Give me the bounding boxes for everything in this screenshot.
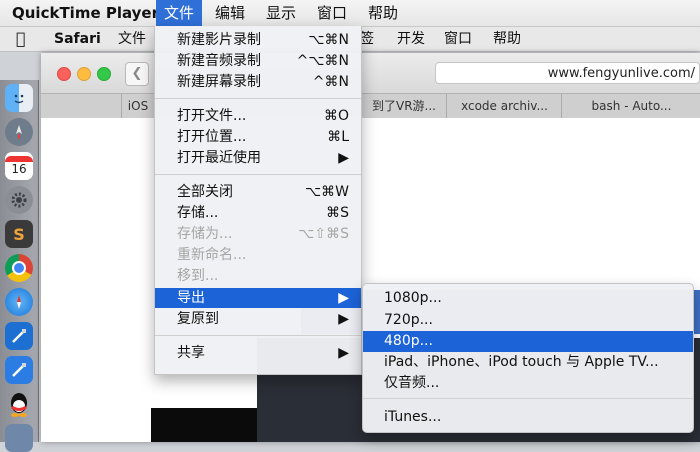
export-audio-only[interactable]: 仅音频... xyxy=(363,373,693,394)
menu-item-shortcut: ⌥⌘N xyxy=(308,32,349,48)
menu-edit[interactable]: 编辑 xyxy=(207,0,253,26)
submenu-item-label: iPad、iPhone、iPod touch 与 Apple TV... xyxy=(384,354,659,370)
menu-item-new-audio-recording[interactable]: 新建音频录制 ^⌥⌘N xyxy=(155,51,361,71)
menu-item-label: 重新命名... xyxy=(177,247,247,263)
menu-item-label: 打开文件... xyxy=(177,108,247,124)
finder-icon[interactable] xyxy=(5,84,33,112)
menu-item-shortcut: ⌥⌘W xyxy=(305,184,349,200)
safari-app-menu[interactable]: Safari xyxy=(54,27,101,51)
export-720p[interactable]: 720p... xyxy=(363,310,693,331)
dock: 16 S xyxy=(0,80,39,452)
system-preferences-icon[interactable] xyxy=(5,186,33,214)
menu-help[interactable]: 帮助 xyxy=(360,0,406,26)
tab[interactable]: 到了VR游... xyxy=(360,94,447,118)
menu-item-label: 新建屏幕录制 xyxy=(177,74,261,90)
xcode-icon[interactable] xyxy=(5,356,33,384)
menu-item-new-movie-recording[interactable]: 新建影片录制 ⌥⌘N xyxy=(155,30,361,50)
menu-view[interactable]: 显示 xyxy=(258,0,304,26)
safari-help-menu[interactable]: 帮助 xyxy=(493,27,521,51)
menu-item-label: 打开位置... xyxy=(177,129,247,145)
export-ipad-iphone-appletv[interactable]: iPad、iPhone、iPod touch 与 Apple TV... xyxy=(363,352,693,373)
submenu-arrow-icon: ▶ xyxy=(338,150,349,166)
tab[interactable]: bash - Auto... xyxy=(561,94,700,118)
calendar-day-label: 16 xyxy=(11,162,27,176)
menu-item-save-as: 存储为... ⌥⇧⌘S xyxy=(155,224,361,244)
qq-icon[interactable] xyxy=(5,390,33,418)
menu-item-label: 新建影片录制 xyxy=(177,32,261,48)
export-1080p[interactable]: 1080p... xyxy=(363,288,693,309)
menu-item-shortcut: ^⌥⌘N xyxy=(296,53,349,69)
export-480p[interactable]: 480p... xyxy=(363,331,693,352)
apple-icon[interactable]:  xyxy=(16,27,26,51)
sublime-icon[interactable]: S xyxy=(5,220,33,248)
submenu-item-label: 720p... xyxy=(384,312,433,328)
export-submenu: 1080p... 720p... 480p... iPad、iPhone、iPo… xyxy=(362,283,694,433)
menu-item-new-screen-recording[interactable]: 新建屏幕录制 ^⌘N xyxy=(155,72,361,92)
menu-bar: QuickTime Player 文件 编辑 显示 窗口 帮助 xyxy=(0,0,700,27)
menu-item-save[interactable]: 存储... ⌘S xyxy=(155,203,361,223)
launchpad-icon[interactable] xyxy=(5,118,33,146)
submenu-item-label: 1080p... xyxy=(384,290,442,306)
menu-item-revert-to[interactable]: 复原到 ▶ xyxy=(155,309,361,329)
menu-window[interactable]: 窗口 xyxy=(309,0,355,26)
safari-bookmarks-menu[interactable]: 签 xyxy=(360,27,374,51)
chrome-icon[interactable] xyxy=(5,254,33,282)
menu-item-shortcut: ⌘L xyxy=(327,129,349,145)
menu-item-rename: 重新命名... xyxy=(155,245,361,265)
menu-item-label: 新建音频录制 xyxy=(177,53,261,69)
menu-app-quicktime[interactable]: QuickTime Player xyxy=(4,0,167,26)
zoom-window-button[interactable] xyxy=(97,67,111,81)
submenu-item-label: iTunes... xyxy=(384,409,442,425)
back-button[interactable]: ❮ xyxy=(125,62,149,86)
file-menu-dropdown: 新建影片录制 ⌥⌘N 新建音频录制 ^⌥⌘N 新建屏幕录制 ^⌘N 打开文件..… xyxy=(154,26,362,375)
menu-item-open-file[interactable]: 打开文件... ⌘O xyxy=(155,106,361,126)
menu-item-shortcut: ⌘O xyxy=(323,108,349,124)
minimize-window-button[interactable] xyxy=(77,67,91,81)
menu-item-shortcut: ⌥⇧⌘S xyxy=(298,226,349,242)
submenu-arrow-icon: ▶ xyxy=(338,311,349,327)
menu-item-label: 移到... xyxy=(177,268,219,284)
submenu-arrow-icon: ▶ xyxy=(338,345,349,361)
menu-separator xyxy=(363,398,693,399)
app-icon[interactable] xyxy=(5,424,33,452)
close-window-button[interactable] xyxy=(57,67,71,81)
menu-item-label: 存储... xyxy=(177,205,219,221)
submenu-item-label: 480p... xyxy=(384,333,433,349)
menu-item-label: 复原到 xyxy=(177,311,219,327)
menu-item-label: 存储为... xyxy=(177,226,233,242)
menu-item-shortcut: ⌘S xyxy=(326,205,349,221)
tab[interactable]: xcode archiv... xyxy=(446,94,562,118)
menu-item-open-location[interactable]: 打开位置... ⌘L xyxy=(155,127,361,147)
submenu-arrow-icon: ▶ xyxy=(338,290,349,306)
tab-bar: iOS 到了VR游... xcode archiv... bash - Auto… xyxy=(41,93,700,119)
menu-separator xyxy=(155,98,361,99)
menu-item-move-to: 移到... xyxy=(155,266,361,286)
address-bar[interactable]: www.fengyunlive.com/ xyxy=(435,62,700,84)
browser-toolbar: ❮ www.fengyunlive.com/ xyxy=(41,53,700,93)
safari-develop-menu[interactable]: 开发 xyxy=(397,27,425,51)
menu-item-share[interactable]: 共享 ▶ xyxy=(155,343,361,363)
xcode-icon[interactable] xyxy=(5,322,33,350)
tab[interactable]: iOS xyxy=(121,94,154,118)
page-dark-block xyxy=(151,408,257,442)
calendar-icon[interactable]: 16 xyxy=(5,152,33,180)
menu-separator xyxy=(155,335,361,336)
menu-item-open-recent[interactable]: 打开最近使用 ▶ xyxy=(155,148,361,168)
safari-icon[interactable] xyxy=(5,288,33,316)
menu-item-label: 全部关闭 xyxy=(177,184,233,200)
menu-item-export[interactable]: 导出 ▶ xyxy=(155,288,361,308)
menu-file[interactable]: 文件 xyxy=(156,0,203,26)
menu-item-label: 导出 xyxy=(177,290,205,306)
export-itunes[interactable]: iTunes... xyxy=(363,407,693,428)
menu-item-close-all[interactable]: 全部关闭 ⌥⌘W xyxy=(155,182,361,202)
menu-separator xyxy=(155,174,361,175)
safari-window-menu[interactable]: 窗口 xyxy=(444,27,472,51)
menu-item-shortcut: ^⌘N xyxy=(312,74,349,90)
menu-item-label: 打开最近使用 xyxy=(177,150,261,166)
menu-item-label: 共享 xyxy=(177,345,205,361)
safari-file-menu[interactable]: 文件 xyxy=(118,27,146,51)
submenu-item-label: 仅音频... xyxy=(384,375,440,391)
